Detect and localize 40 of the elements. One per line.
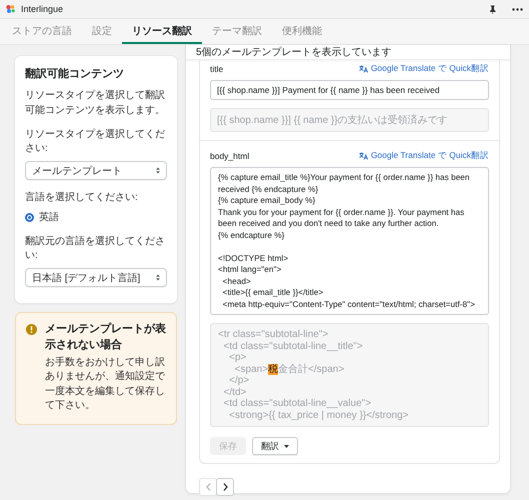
card-title: 翻訳可能コンテンツ (25, 66, 125, 81)
field-label: body_html (210, 151, 250, 161)
warning-icon (26, 324, 37, 335)
next-page-button[interactable] (216, 478, 234, 496)
text-area[interactable]: {% capture email_title %}Your payment for {{ order.name }} has been received {% endcapture %} {% capture email_body %} Thank you for your payment for {{ order.name }}. Your payment has been received and you don't need to take any further action. {% endcapture %} <!DOCTYPE html> <html lang="en"> <head> <title>{{ email_title }}</title> <meta http-equiv="Content-Type" content="text/html; charset=utf-8"> (210, 167, 489, 315)
source-text-line: <td class="subtotal-line__value"> (222, 398, 372, 410)
field-label: 翻訳元の言語を選択してください: (25, 234, 166, 262)
chevron-right-icon (222, 483, 228, 491)
source-text-line: </p> (228, 375, 250, 386)
description: リソースタイプを選択して翻訳可能コンテンツを表示します。 (25, 89, 166, 118)
translate-icon (358, 65, 368, 73)
field-label: title (210, 64, 224, 74)
source-language-select[interactable]: 日本語 [デフォルト言語] (25, 268, 167, 287)
caret-icon (284, 444, 289, 448)
quick-translate-link[interactable]: Google Translate で Quick翻訳 (358, 150, 489, 162)
app-logo-icon (6, 5, 16, 13)
resource-type-select[interactable]: メールテンプレート (25, 161, 167, 180)
source-text-line: <strong>{{ tax_price | money }}</strong> (228, 410, 410, 421)
select-arrows-icon (156, 274, 160, 281)
text-field[interactable]: [{{ shop.name }}] Payment for {{ name }} has been received (210, 80, 489, 100)
language-radio[interactable]: 英語 (25, 210, 167, 224)
source-text-line: <span>税金合計</span> (234, 364, 346, 375)
app-name: Interlingue (21, 4, 64, 14)
more-icon[interactable] (512, 8, 523, 10)
quick-translate-link[interactable]: Google Translate で Quick翻訳 (358, 63, 489, 75)
notice-message: お手数をおかけして申し訳ありませんが、通知設定で一度本文を編集して保存して下さい。 (45, 356, 166, 414)
chevron-left-icon (206, 483, 210, 491)
translate-menu-button[interactable]: 翻訳 (252, 437, 298, 455)
panel-header: 5個のメールテンプレートを表示しています (186, 45, 510, 60)
notice-title: メールテンプレートが表示されない場合 (45, 322, 166, 353)
source-text-line: [{{ shop.name }}] {{ name }}の支払いは受領済みです (217, 114, 449, 127)
source-text-line: </td> (222, 386, 248, 398)
source-text-line: <p> (228, 352, 248, 364)
translate-icon (358, 152, 368, 160)
select-arrows-icon (156, 167, 160, 174)
source-text-line: <td class="subtotal-line__title"> (222, 340, 364, 352)
field-label: 言語を選択してください: (25, 190, 139, 204)
source-text-line: <tr class="subtotal-line"> (218, 329, 330, 340)
pin-icon[interactable] (489, 4, 496, 14)
field-label: リソースタイプを選択してください: (25, 128, 166, 155)
